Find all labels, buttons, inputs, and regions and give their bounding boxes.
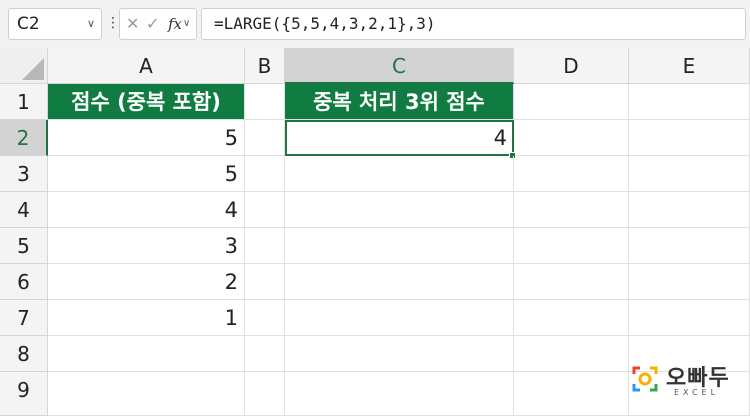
logo-subtext: EXCEL	[674, 388, 720, 397]
cell-e6[interactable]	[629, 264, 750, 300]
name-box[interactable]: C2 ∨	[8, 8, 102, 40]
row-header-5[interactable]: 5	[0, 228, 48, 264]
cell-b1[interactable]	[245, 84, 285, 120]
cell-a6[interactable]: 2	[48, 264, 245, 300]
cell-d9[interactable]	[514, 372, 629, 416]
row-header-3[interactable]: 3	[0, 156, 48, 192]
row-header-4[interactable]: 4	[0, 192, 48, 228]
cell-d2[interactable]	[514, 120, 629, 156]
formula-buttons: ✕ ✓ fx ∨	[119, 8, 197, 40]
cell-a8[interactable]	[48, 336, 245, 372]
cell-d7[interactable]	[514, 300, 629, 336]
cell-a1[interactable]: 점수 (중복 포함)	[48, 84, 245, 120]
cell-c4[interactable]	[285, 192, 514, 228]
cell-d8[interactable]	[514, 336, 629, 372]
cell-e7[interactable]	[629, 300, 750, 336]
cancel-icon[interactable]: ✕	[126, 9, 139, 39]
spreadsheet-grid: A B C D E 1 2 3 4 5 6 7 8 9 점수 (중복 포함) 중…	[0, 48, 750, 416]
select-all-button[interactable]	[0, 48, 48, 84]
cell-b8[interactable]	[245, 336, 285, 372]
row-header-8[interactable]: 8	[0, 336, 48, 372]
name-box-value: C2	[17, 14, 40, 34]
formula-input[interactable]: =LARGE({5,5,4,3,2,1},3)	[201, 8, 746, 40]
row-header-1[interactable]: 1	[0, 84, 48, 120]
cell-e4[interactable]	[629, 192, 750, 228]
check-icon[interactable]: ✓	[146, 9, 159, 39]
cell-c3[interactable]	[285, 156, 514, 192]
cell-a2[interactable]: 5	[48, 120, 245, 156]
cell-c7[interactable]	[285, 300, 514, 336]
column-header-e[interactable]: E	[629, 48, 750, 84]
chevron-down-icon[interactable]: ∨	[183, 9, 190, 39]
cell-e1[interactable]	[629, 84, 750, 120]
row-header-9[interactable]: 9	[0, 372, 48, 416]
cell-d5[interactable]	[514, 228, 629, 264]
cell-b6[interactable]	[245, 264, 285, 300]
cell-e5[interactable]	[629, 228, 750, 264]
cell-c6[interactable]	[285, 264, 514, 300]
column-header-b[interactable]: B	[245, 48, 285, 84]
cell-c1[interactable]: 중복 처리 3위 점수	[285, 84, 514, 120]
row-header-2[interactable]: 2	[0, 120, 48, 156]
column-header-d[interactable]: D	[514, 48, 629, 84]
cell-a7[interactable]: 1	[48, 300, 245, 336]
logo-icon	[632, 366, 658, 392]
more-options-icon[interactable]: ⋮	[106, 12, 120, 34]
brand-logo: 오빠두 EXCEL	[630, 362, 740, 402]
cell-c2[interactable]: 4	[285, 120, 514, 156]
row-header-6[interactable]: 6	[0, 264, 48, 300]
cell-c5[interactable]	[285, 228, 514, 264]
cell-b9[interactable]	[245, 372, 285, 416]
cell-b3[interactable]	[245, 156, 285, 192]
cell-c9[interactable]	[285, 372, 514, 416]
cell-e3[interactable]	[629, 156, 750, 192]
row-header-7[interactable]: 7	[0, 300, 48, 336]
cell-c8[interactable]	[285, 336, 514, 372]
cell-d4[interactable]	[514, 192, 629, 228]
column-header-a[interactable]: A	[48, 48, 245, 84]
select-all-triangle-icon	[22, 58, 44, 80]
cell-b7[interactable]	[245, 300, 285, 336]
cell-e2[interactable]	[629, 120, 750, 156]
cell-b2[interactable]	[245, 120, 285, 156]
cell-d3[interactable]	[514, 156, 629, 192]
formula-bar: C2 ∨ ⋮ ✕ ✓ fx ∨ =LARGE({5,5,4,3,2,1},3)	[0, 0, 750, 48]
cell-d1[interactable]	[514, 84, 629, 120]
chevron-down-icon[interactable]: ∨	[87, 9, 95, 39]
column-header-c[interactable]: C	[285, 48, 514, 84]
cell-d6[interactable]	[514, 264, 629, 300]
insert-function-icon[interactable]: fx	[168, 9, 182, 39]
cell-a3[interactable]: 5	[48, 156, 245, 192]
cell-a4[interactable]: 4	[48, 192, 245, 228]
cell-b4[interactable]	[245, 192, 285, 228]
cell-a9[interactable]	[48, 372, 245, 416]
cell-b5[interactable]	[245, 228, 285, 264]
cell-a5[interactable]: 3	[48, 228, 245, 264]
